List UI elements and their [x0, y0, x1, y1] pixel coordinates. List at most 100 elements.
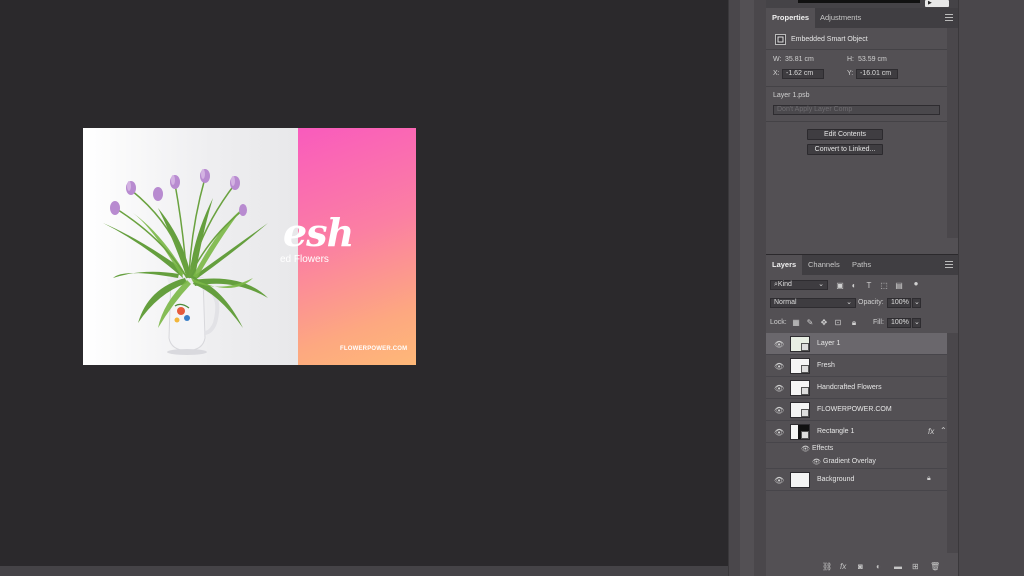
effects-eye-icon[interactable]: 👁︎: [801, 445, 810, 453]
height-label: H:: [847, 56, 854, 63]
layer-row[interactable]: 👁︎ Rectangle 1 fx ⌃: [766, 421, 947, 443]
lock-pixels-icon[interactable]: ✎: [806, 319, 814, 327]
filter-kind-label: Kind: [777, 281, 792, 288]
properties-panel: Properties Adjustments Embedded Smart Ob…: [766, 8, 958, 254]
edit-contents-button[interactable]: Edit Contents: [807, 129, 883, 140]
fx-icon[interactable]: fx: [928, 427, 934, 436]
lock-position-icon[interactable]: ✥: [820, 319, 828, 327]
convert-to-linked-button[interactable]: Convert to Linked...: [807, 144, 883, 155]
layer-row[interactable]: 👁︎ Layer 1: [766, 333, 947, 355]
layers-tabbar: Layers Channels Paths: [766, 255, 958, 275]
smart-object-badge-icon: [801, 409, 809, 417]
shape-badge-icon: [801, 431, 809, 439]
tab-layers[interactable]: Layers: [766, 255, 803, 275]
smart-object-badge-icon: [801, 365, 809, 373]
visibility-eye-icon[interactable]: 👁︎: [774, 406, 784, 415]
tab-paths[interactable]: Paths: [846, 255, 877, 275]
trash-icon[interactable]: 🗑︎: [930, 562, 940, 571]
properties-tabbar: Properties Adjustments: [766, 8, 958, 28]
layer-name[interactable]: Handcrafted Flowers: [817, 384, 882, 391]
new-layer-icon[interactable]: ⊞: [912, 562, 919, 571]
layer-row[interactable]: 👁︎ FLOWERPOWER.COM: [766, 399, 947, 421]
smart-object-badge-icon: [801, 387, 809, 395]
y-field[interactable]: -16.01 cm: [856, 69, 898, 79]
right-dock-gutter: [958, 0, 1024, 576]
top-bar-segment: [798, 0, 920, 3]
gradient-overlay-eye-icon[interactable]: 👁︎: [812, 458, 821, 466]
tulip-illustration: [103, 169, 268, 355]
filter-kind-select[interactable]: ⌕Kind ⌄: [770, 280, 828, 290]
dock-scrollbar[interactable]: [740, 0, 754, 576]
type-filter-icon[interactable]: T: [865, 282, 873, 290]
shape-filter-icon[interactable]: ⬚: [880, 282, 888, 290]
layer-thumbnail: [790, 424, 810, 440]
link-layers-icon[interactable]: ⛓︎: [822, 562, 832, 571]
chevron-down-icon: ⌄: [914, 319, 920, 326]
adjustment-layer-icon[interactable]: ◐: [876, 562, 881, 571]
layer-name[interactable]: Fresh: [817, 362, 835, 369]
gradient-overlay-label[interactable]: Gradient Overlay: [823, 458, 876, 465]
height-value[interactable]: 53.59 cm: [858, 56, 887, 63]
lock-icon: 🔒︎: [927, 475, 931, 482]
adjustment-filter-icon[interactable]: ◐: [850, 282, 858, 290]
add-style-icon[interactable]: fx: [840, 562, 846, 571]
visibility-eye-icon[interactable]: 👁︎: [774, 384, 784, 393]
opacity-label: Opacity:: [858, 299, 884, 306]
lock-label: Lock:: [770, 319, 787, 326]
layer-name[interactable]: FLOWERPOWER.COM: [817, 406, 892, 413]
effects-group: 👁︎ Effects 👁︎ Gradient Overlay: [766, 443, 947, 469]
blend-mode-select[interactable]: Normal ⌄: [770, 298, 856, 308]
tab-adjustments[interactable]: Adjustments: [814, 8, 867, 28]
visibility-eye-icon[interactable]: 👁︎: [774, 340, 784, 349]
layer-comp-select[interactable]: Don't Apply Layer Comp: [773, 105, 940, 115]
layer-thumbnail: [790, 336, 810, 352]
filter-toggle-icon[interactable]: ●: [912, 280, 920, 288]
visibility-eye-icon[interactable]: 👁︎: [774, 428, 784, 437]
smart-object-badge-icon: [801, 343, 809, 351]
status-bar: [0, 566, 728, 576]
chevron-down-icon: ⌄: [846, 299, 852, 306]
play-button[interactable]: ▶: [925, 0, 949, 7]
panel-menu-icon[interactable]: [945, 14, 953, 21]
layers-panel: Layers Channels Paths ⌕Kind ⌄ ▣ ◐ T ⬚ ▤ ●…: [766, 255, 958, 576]
collapse-effects-icon[interactable]: ⌃: [940, 426, 947, 435]
blend-mode-value: Normal: [774, 299, 797, 306]
smart-object-icon: [775, 34, 786, 45]
layer-row[interactable]: 👁︎ Background 🔒︎: [766, 469, 947, 491]
visibility-eye-icon[interactable]: 👁︎: [774, 362, 784, 371]
opacity-field[interactable]: 100%: [887, 298, 911, 308]
y-label: Y:: [847, 70, 854, 77]
layer-name[interactable]: Background: [817, 476, 854, 483]
layer-thumbnail: [790, 472, 810, 488]
layer-name[interactable]: Rectangle 1: [817, 428, 854, 435]
properties-scrollbar[interactable]: [947, 28, 958, 238]
lock-all-icon[interactable]: 🔒︎: [850, 319, 858, 327]
layer-thumbnail: [790, 358, 810, 374]
chevron-down-icon: ⌄: [914, 299, 920, 306]
layer-name[interactable]: Layer 1: [817, 340, 840, 347]
x-label: X:: [773, 70, 780, 77]
width-value[interactable]: 35.81 cm: [785, 56, 814, 63]
effects-label[interactable]: Effects: [812, 445, 833, 452]
layers-scrollbar[interactable]: [947, 333, 958, 553]
pixel-filter-icon[interactable]: ▣: [836, 282, 844, 290]
opacity-dropdown[interactable]: ⌄: [912, 298, 921, 308]
fill-dropdown[interactable]: ⌄: [912, 318, 921, 328]
lock-artboard-icon[interactable]: ⊡: [834, 319, 842, 327]
visibility-eye-icon[interactable]: 👁︎: [774, 476, 784, 485]
layer-thumbnail: [790, 380, 810, 396]
panel-menu-icon[interactable]: [945, 261, 953, 268]
width-label: W:: [773, 56, 782, 63]
tab-properties[interactable]: Properties: [766, 8, 816, 28]
fill-field[interactable]: 100%: [887, 318, 911, 328]
x-field[interactable]: -1.62 cm: [782, 69, 824, 79]
smart-object-filter-icon[interactable]: ▤: [895, 282, 903, 290]
layer-row[interactable]: 👁︎ Fresh: [766, 355, 947, 377]
add-mask-icon[interactable]: ◙: [858, 562, 863, 571]
chevron-down-icon: ⌄: [818, 281, 824, 288]
document-canvas[interactable]: esh ed Flowers FLOWERPOWER.COM: [83, 128, 416, 365]
layer-row[interactable]: 👁︎ Handcrafted Flowers: [766, 377, 947, 399]
tab-channels[interactable]: Channels: [802, 255, 846, 275]
lock-transparent-icon[interactable]: ▦: [792, 319, 800, 327]
new-group-icon[interactable]: ▬: [894, 562, 902, 571]
